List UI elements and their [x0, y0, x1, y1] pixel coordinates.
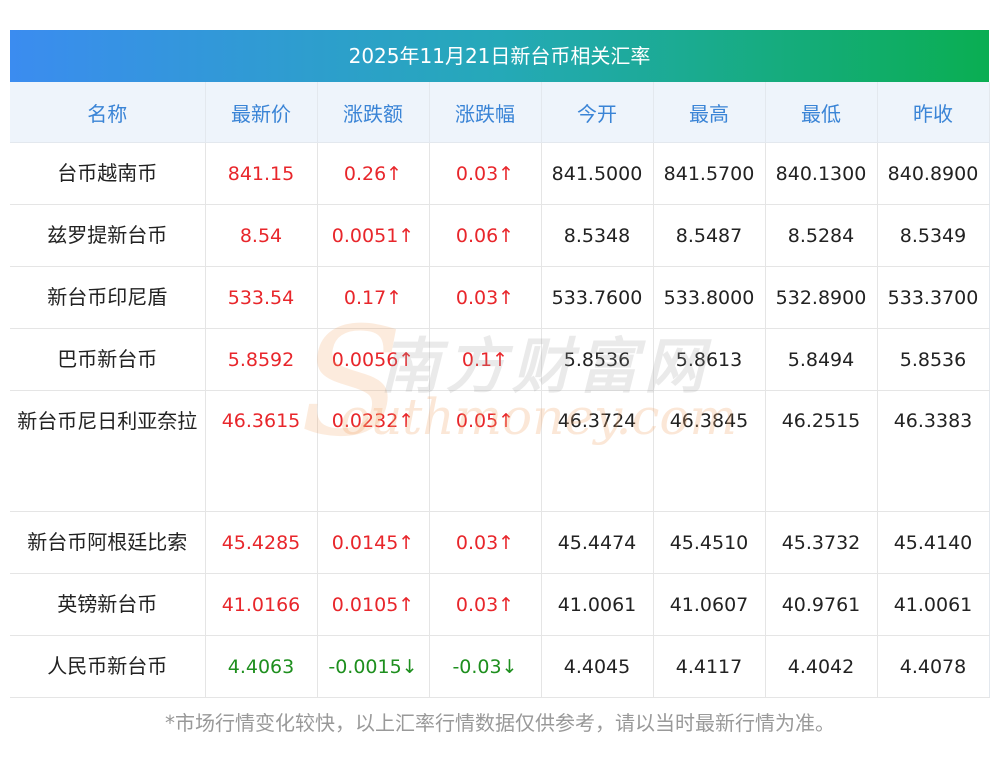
latest-price: 46.3615	[205, 390, 318, 512]
change-amount: 0.0232↑	[317, 390, 430, 512]
change-percent: 0.03↑	[429, 266, 542, 329]
currency-pair-name: 新台币阿根廷比索	[10, 511, 206, 574]
change-percent: 0.05↑	[429, 390, 542, 512]
latest-price: 841.15	[205, 142, 318, 205]
open-price: 841.5000	[541, 142, 654, 205]
prev-close: 5.8536	[877, 328, 990, 391]
prev-close: 45.4140	[877, 511, 990, 574]
low-price: 46.2515	[765, 390, 878, 512]
prev-close: 533.3700	[877, 266, 990, 329]
high-price: 5.8613	[653, 328, 766, 391]
low-price: 532.8900	[765, 266, 878, 329]
prev-close: 840.8900	[877, 142, 990, 205]
low-price: 8.5284	[765, 204, 878, 267]
change-percent: 0.1↑	[429, 328, 542, 391]
latest-price: 45.4285	[205, 511, 318, 574]
open-price: 46.3724	[541, 390, 654, 512]
low-price: 45.3732	[765, 511, 878, 574]
change-percent: 0.03↑	[429, 573, 542, 636]
high-price: 533.8000	[653, 266, 766, 329]
latest-price: 4.4063	[205, 635, 318, 698]
column-header-prev: 昨收	[877, 82, 990, 143]
column-header-low: 最低	[765, 82, 878, 143]
table-row: 人民币新台币 4.4063 -0.0015↓ -0.03↓ 4.4045 4.4…	[10, 635, 990, 698]
currency-pair-name: 英镑新台币	[10, 573, 206, 636]
latest-price: 5.8592	[205, 328, 318, 391]
latest-price: 533.54	[205, 266, 318, 329]
change-amount: 0.0145↑	[317, 511, 430, 574]
open-price: 5.8536	[541, 328, 654, 391]
low-price: 4.4042	[765, 635, 878, 698]
open-price: 533.7600	[541, 266, 654, 329]
open-price: 4.4045	[541, 635, 654, 698]
high-price: 45.4510	[653, 511, 766, 574]
table-row: 新台币尼日利亚奈拉 46.3615 0.0232↑ 0.05↑ 46.3724 …	[10, 390, 990, 512]
change-amount: 0.0056↑	[317, 328, 430, 391]
rate-table-container: 2025年11月21日新台币相关汇率 名称 最新价 涨跌额 涨跌幅 今开 最高 …	[10, 30, 990, 698]
column-header-pct: 涨跌幅	[429, 82, 542, 143]
prev-close: 41.0061	[877, 573, 990, 636]
open-price: 45.4474	[541, 511, 654, 574]
change-amount: 0.26↑	[317, 142, 430, 205]
low-price: 840.1300	[765, 142, 878, 205]
change-percent: 0.03↑	[429, 511, 542, 574]
table-row: 新台币印尼盾 533.54 0.17↑ 0.03↑ 533.7600 533.8…	[10, 266, 990, 329]
change-amount: 0.0051↑	[317, 204, 430, 267]
table-row: 新台币阿根廷比索 45.4285 0.0145↑ 0.03↑ 45.4474 4…	[10, 511, 990, 574]
column-header-change: 涨跌额	[317, 82, 430, 143]
table-header-row: 名称 最新价 涨跌额 涨跌幅 今开 最高 最低 昨收	[10, 82, 990, 143]
latest-price: 8.54	[205, 204, 318, 267]
change-percent: 0.03↑	[429, 142, 542, 205]
change-amount: 0.17↑	[317, 266, 430, 329]
low-price: 40.9761	[765, 573, 878, 636]
low-price: 5.8494	[765, 328, 878, 391]
high-price: 4.4117	[653, 635, 766, 698]
column-header-high: 最高	[653, 82, 766, 143]
currency-pair-name: 兹罗提新台币	[10, 204, 206, 267]
table-row: 巴币新台币 5.8592 0.0056↑ 0.1↑ 5.8536 5.8613 …	[10, 328, 990, 391]
prev-close: 46.3383	[877, 390, 990, 512]
open-price: 41.0061	[541, 573, 654, 636]
prev-close: 8.5349	[877, 204, 990, 267]
rate-table: 名称 最新价 涨跌额 涨跌幅 今开 最高 最低 昨收 台币越南币 841.15 …	[10, 82, 990, 698]
table-row: 英镑新台币 41.0166 0.0105↑ 0.03↑ 41.0061 41.0…	[10, 573, 990, 636]
change-amount: -0.0015↓	[317, 635, 430, 698]
change-percent: -0.03↓	[429, 635, 542, 698]
high-price: 46.3845	[653, 390, 766, 512]
table-row: 兹罗提新台币 8.54 0.0051↑ 0.06↑ 8.5348 8.5487 …	[10, 204, 990, 267]
table-title: 2025年11月21日新台币相关汇率	[10, 30, 989, 82]
high-price: 841.5700	[653, 142, 766, 205]
column-header-latest: 最新价	[205, 82, 318, 143]
disclaimer-footer: *市场行情变化较快，以上汇率行情数据仅供参考，请以当时最新行情为准。	[165, 711, 835, 735]
currency-pair-name: 台币越南币	[10, 142, 206, 205]
prev-close: 4.4078	[877, 635, 990, 698]
high-price: 41.0607	[653, 573, 766, 636]
latest-price: 41.0166	[205, 573, 318, 636]
column-header-name: 名称	[10, 82, 206, 143]
open-price: 8.5348	[541, 204, 654, 267]
change-amount: 0.0105↑	[317, 573, 430, 636]
currency-pair-name: 巴币新台币	[10, 328, 206, 391]
currency-pair-name: 新台币尼日利亚奈拉	[10, 390, 206, 512]
column-header-open: 今开	[541, 82, 654, 143]
change-percent: 0.06↑	[429, 204, 542, 267]
table-row: 台币越南币 841.15 0.26↑ 0.03↑ 841.5000 841.57…	[10, 142, 990, 205]
currency-pair-name: 人民币新台币	[10, 635, 206, 698]
currency-pair-name: 新台币印尼盾	[10, 266, 206, 329]
high-price: 8.5487	[653, 204, 766, 267]
